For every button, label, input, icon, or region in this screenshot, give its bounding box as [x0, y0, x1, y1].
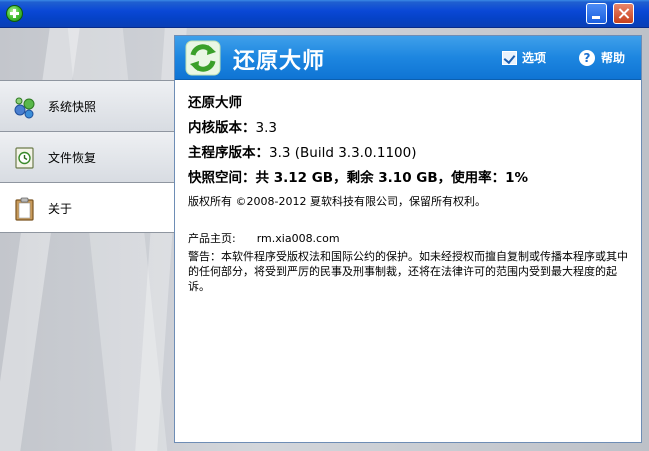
options-button[interactable]: 选项	[502, 49, 546, 66]
sidebar-item-about[interactable]: 关于	[0, 182, 174, 233]
app-icon[interactable]	[6, 5, 23, 22]
refresh-icon	[185, 40, 221, 76]
main-version: 主程序版本：3.3 (Build 3.3.0.1100)	[188, 141, 416, 161]
sidebar-item-file-restore[interactable]: 文件恢复	[0, 131, 174, 182]
app-title: 还原大师	[233, 49, 326, 74]
file-restore-icon	[15, 147, 34, 169]
options-label: 选项	[522, 51, 547, 65]
copyright-text: 版权所有 ©2008-2012 夏软科技有限公司，保留所有权利。	[188, 195, 486, 208]
kernel-version-label: 内核版本：	[188, 120, 256, 136]
sidebar-item-label: 系统快照	[48, 100, 97, 114]
sidebar-item-snapshot[interactable]: 系统快照	[0, 80, 174, 131]
kernel-version: 内核版本：3.3	[188, 116, 277, 136]
homepage-label: 产品主页:	[188, 232, 236, 245]
clipboard-icon	[15, 197, 34, 221]
snapshot-space-label: 快照空间：	[188, 170, 256, 186]
product-name: 还原大师	[188, 95, 242, 111]
close-button[interactable]	[613, 3, 634, 24]
minimize-button[interactable]	[586, 3, 607, 24]
kernel-version-value: 3.3	[255, 120, 277, 136]
main-version-value: 3.3 (Build 3.3.0.1100)	[269, 145, 417, 161]
panel-header: 还原大师 选项 ? 帮助	[175, 36, 641, 80]
main-version-label: 主程序版本：	[188, 145, 269, 161]
snapshot-space-value: 共 3.12 GB，剩余 3.10 GB，使用率：1%	[255, 170, 529, 186]
homepage-link[interactable]: rm.xia008.com	[257, 232, 340, 245]
warning-text: 警告：本软件程序受版权法和国际公约的保护。如未经授权而擅自复制或传播本程序或其中…	[188, 250, 628, 293]
snapshot-icon	[14, 97, 35, 119]
sidebar: 系统快照 文件恢复 关于	[0, 80, 174, 233]
help-icon: ?	[579, 49, 595, 66]
snapshot-space: 快照空间：共 3.12 GB，剩余 3.10 GB，使用率：1%	[188, 166, 528, 186]
help-label: 帮助	[601, 51, 626, 65]
title-bar	[0, 0, 649, 28]
main-panel: 还原大师 选项 ? 帮助 还原大师 内核版本：3.3 主程序版本：3.3 (Bu…	[174, 35, 642, 443]
checkbox-icon	[502, 50, 517, 65]
sidebar-item-label: 关于	[48, 202, 73, 216]
help-button[interactable]: ? 帮助	[579, 49, 625, 66]
sidebar-item-label: 文件恢复	[48, 151, 97, 165]
homepage-row: 产品主页: rm.xia008.com	[188, 230, 340, 246]
